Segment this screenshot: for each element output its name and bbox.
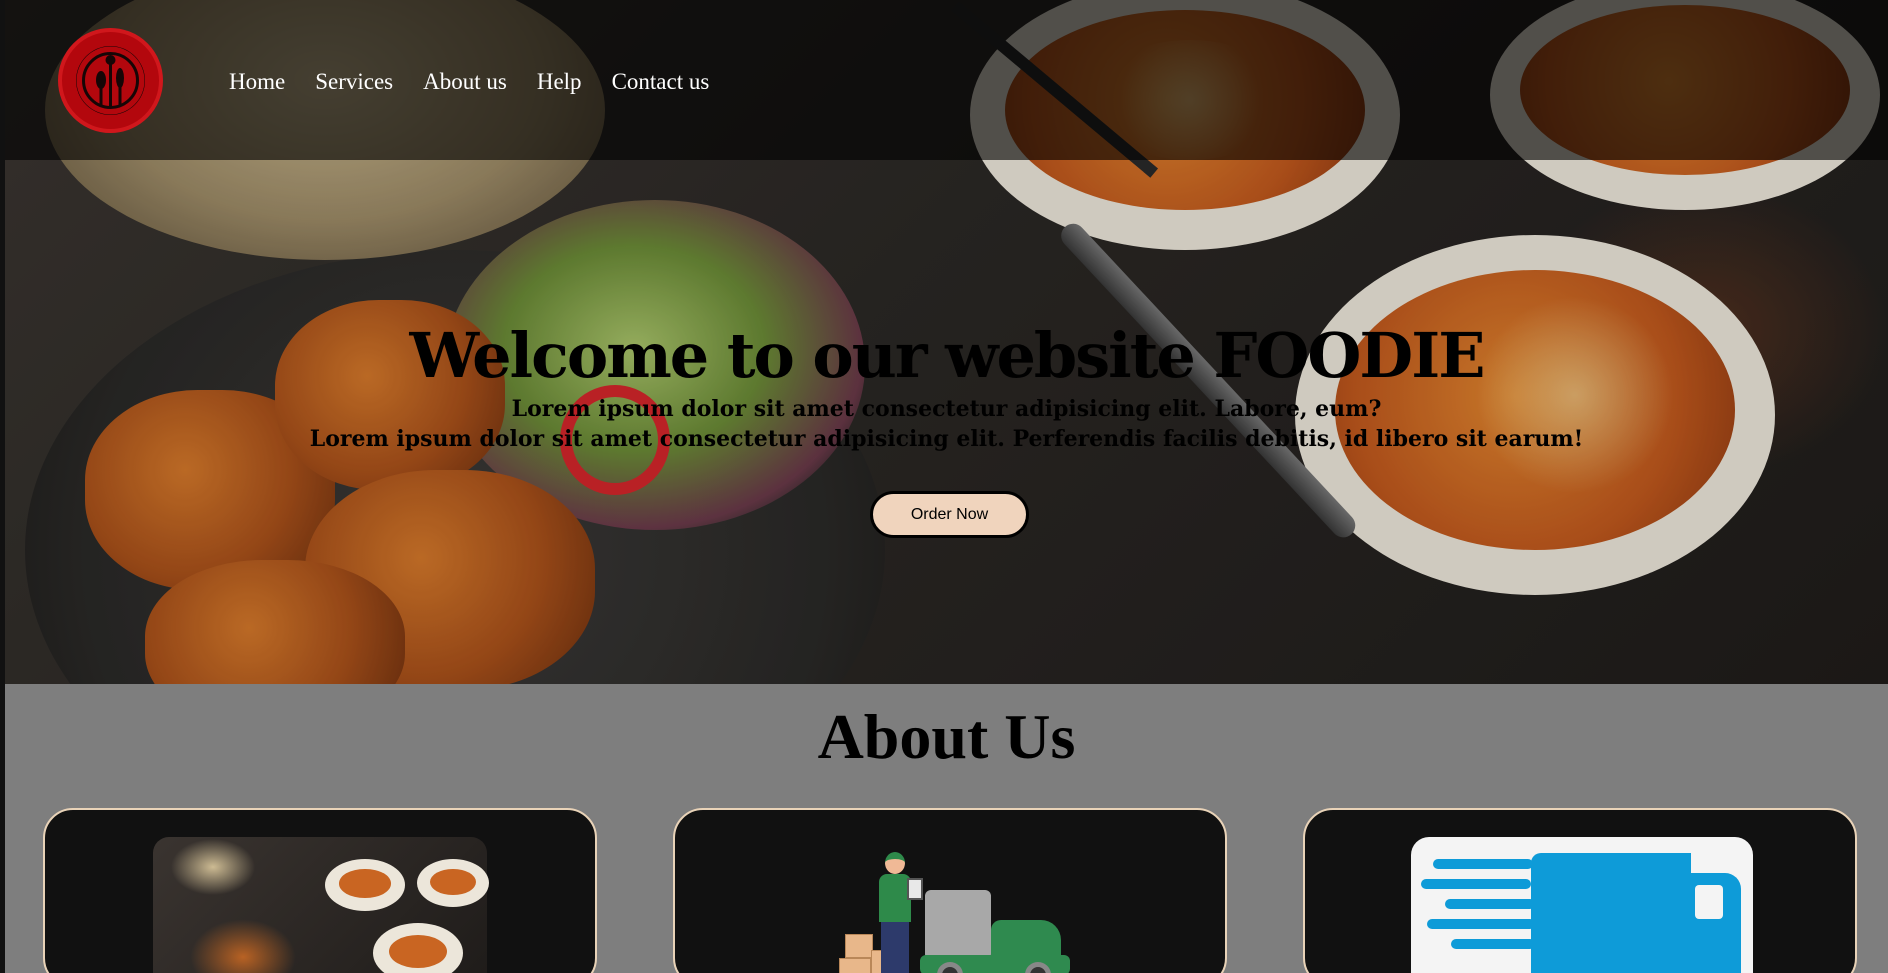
nav-home-link[interactable]: Home bbox=[229, 67, 285, 97]
fast-truck-icon bbox=[1411, 837, 1753, 973]
restaurant-logo-icon[interactable] bbox=[58, 28, 163, 133]
navbar: Home Services About us Help Contact us bbox=[5, 0, 1888, 160]
hero-subtitle-line-1: Lorem ipsum dolor sit amet consectetur a… bbox=[511, 396, 1382, 422]
about-card-delivery bbox=[673, 808, 1227, 973]
page: Home Services About us Help Contact us W… bbox=[5, 0, 1888, 973]
delivery-man-truck-image bbox=[825, 850, 1085, 973]
about-card-food bbox=[43, 808, 597, 973]
hero-text: Welcome to our website FOODIE Lorem ipsu… bbox=[5, 318, 1888, 454]
nav-about-link[interactable]: About us bbox=[423, 67, 507, 97]
nav-services-link[interactable]: Services bbox=[315, 67, 393, 97]
about-card-fast-delivery bbox=[1303, 808, 1857, 973]
about-section: About Us bbox=[5, 684, 1888, 973]
nav-help-link[interactable]: Help bbox=[537, 67, 582, 97]
nav-contact-link[interactable]: Contact us bbox=[612, 67, 710, 97]
order-now-button[interactable]: Order Now bbox=[870, 491, 1029, 538]
nav-links: Home Services About us Help Contact us bbox=[229, 67, 739, 97]
hero-title: Welcome to our website FOODIE bbox=[409, 319, 1486, 392]
hero-subtitle-line-2: Lorem ipsum dolor sit amet consectetur a… bbox=[309, 426, 1584, 452]
food-platter-image bbox=[153, 837, 489, 973]
hero-section: Home Services About us Help Contact us W… bbox=[5, 0, 1888, 684]
about-title: About Us bbox=[817, 701, 1076, 772]
